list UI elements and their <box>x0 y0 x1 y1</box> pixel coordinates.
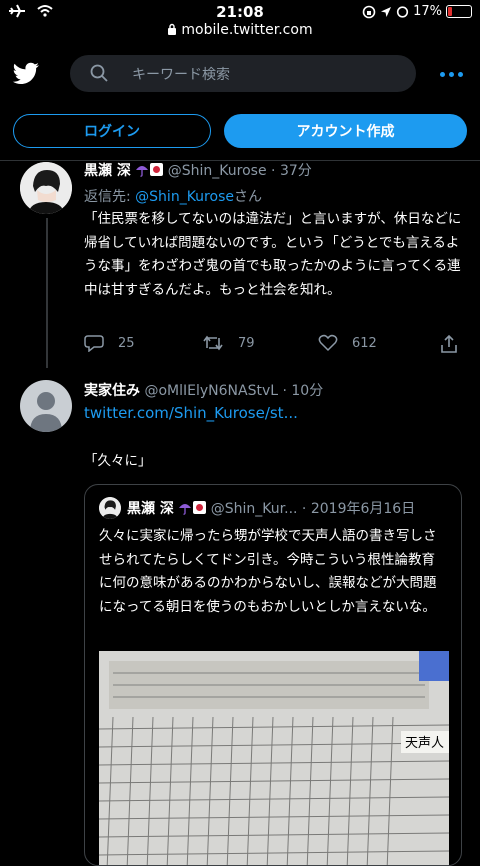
tweet-actions: 25 79 612 <box>84 334 464 356</box>
more-icon[interactable] <box>440 66 464 82</box>
flag-icon <box>150 163 164 176</box>
twitter-bird-icon[interactable] <box>12 62 40 86</box>
reply-context: 返信先: @Shin_Kuroseさん <box>84 186 262 206</box>
url-text: mobile.twitter.com <box>181 22 313 38</box>
rotation-lock-icon <box>362 5 376 18</box>
alarm-icon <box>396 6 409 18</box>
login-button[interactable]: ログイン <box>13 114 211 148</box>
tweet-text: 「住民票を移してないのは違法だ」と言いますが、休日などに帰省していれば問題ないの… <box>84 211 462 298</box>
avatar-default[interactable] <box>20 380 72 432</box>
address-bar[interactable]: mobile.twitter.com <box>0 22 480 38</box>
thread-line <box>46 218 48 368</box>
image-caption: 天声人 <box>405 736 444 751</box>
lock-icon <box>168 23 177 35</box>
handle[interactable]: @Shin_Kurose <box>168 163 267 179</box>
avatar-illustration <box>20 162 72 214</box>
reply-button[interactable]: 25 <box>84 334 135 352</box>
quote-date: 2019年6月16日 <box>310 501 416 517</box>
handle[interactable]: @oMlIElyN6NAStvL <box>144 383 278 399</box>
display-name[interactable]: 実家住み <box>84 383 140 399</box>
avatar[interactable] <box>20 162 72 214</box>
quoted-tweet[interactable]: 黒瀬 深 @Shin_Kur... · 2019年6月16日 久々に実家に帰った… <box>84 484 462 866</box>
share-icon <box>441 334 457 353</box>
display-name[interactable]: 黒瀬 深 <box>84 163 131 179</box>
separator-dot: · <box>278 383 292 399</box>
separator-dot: · <box>297 501 311 517</box>
search-input[interactable] <box>130 55 404 94</box>
search-bar[interactable] <box>70 55 416 94</box>
reply-prefix: 返信先: <box>84 189 136 205</box>
retweet-icon <box>203 335 223 351</box>
reply-suffix: さん <box>233 189 262 205</box>
quote-handle: @Shin_Kur... <box>210 501 298 517</box>
retweet-button[interactable]: 79 <box>202 334 255 352</box>
battery-icon <box>446 5 472 18</box>
tweet-link[interactable]: twitter.com/Shin_Kurose/st... <box>84 404 298 422</box>
timestamp[interactable]: 10分 <box>291 383 323 399</box>
like-count: 612 <box>352 335 377 351</box>
quote-text: 久々に実家に帰ったら甥が学校で天声人語の書き写しさせられてたらしくてドン引き。今… <box>99 528 437 615</box>
separator-dot: · <box>266 163 280 179</box>
like-button[interactable]: 612 <box>318 334 377 352</box>
umbrella-icon <box>136 166 149 177</box>
quote-image[interactable]: 天声人 <box>98 651 450 865</box>
like-icon <box>318 334 338 352</box>
umbrella-icon <box>179 504 192 515</box>
search-icon <box>90 64 108 82</box>
battery-percent: 17% <box>413 4 442 19</box>
reply-icon <box>84 335 104 352</box>
avatar-illustration <box>99 497 121 519</box>
quote-display-name: 黒瀬 深 <box>127 501 174 517</box>
manuscript-grid: 天声人 <box>98 651 450 865</box>
tweet-header: 実家住み @oMlIElyN6NAStvL · 10分 <box>84 380 323 400</box>
quote-avatar <box>99 497 121 519</box>
status-bar: 21:08 mobile.twitter.com 17% <box>0 0 480 50</box>
location-icon <box>381 6 392 17</box>
quote-header: 黒瀬 深 @Shin_Kur... · 2019年6月16日 <box>127 498 415 518</box>
tweet-text: 「久々に」 <box>84 453 152 469</box>
reply-handle-link[interactable]: @Shin_Kurose <box>135 189 234 205</box>
default-profile-icon <box>30 392 62 432</box>
signup-button[interactable]: アカウント作成 <box>224 114 467 148</box>
flag-icon <box>193 501 207 514</box>
status-right: 17% <box>362 4 472 19</box>
battery-level <box>448 7 452 16</box>
share-button[interactable] <box>440 334 458 354</box>
timestamp[interactable]: 37分 <box>280 163 312 179</box>
retweet-count: 79 <box>238 335 255 351</box>
reply-count: 25 <box>118 335 135 351</box>
tweet-header: 黒瀬 深 @Shin_Kurose · 37分 <box>84 160 312 180</box>
